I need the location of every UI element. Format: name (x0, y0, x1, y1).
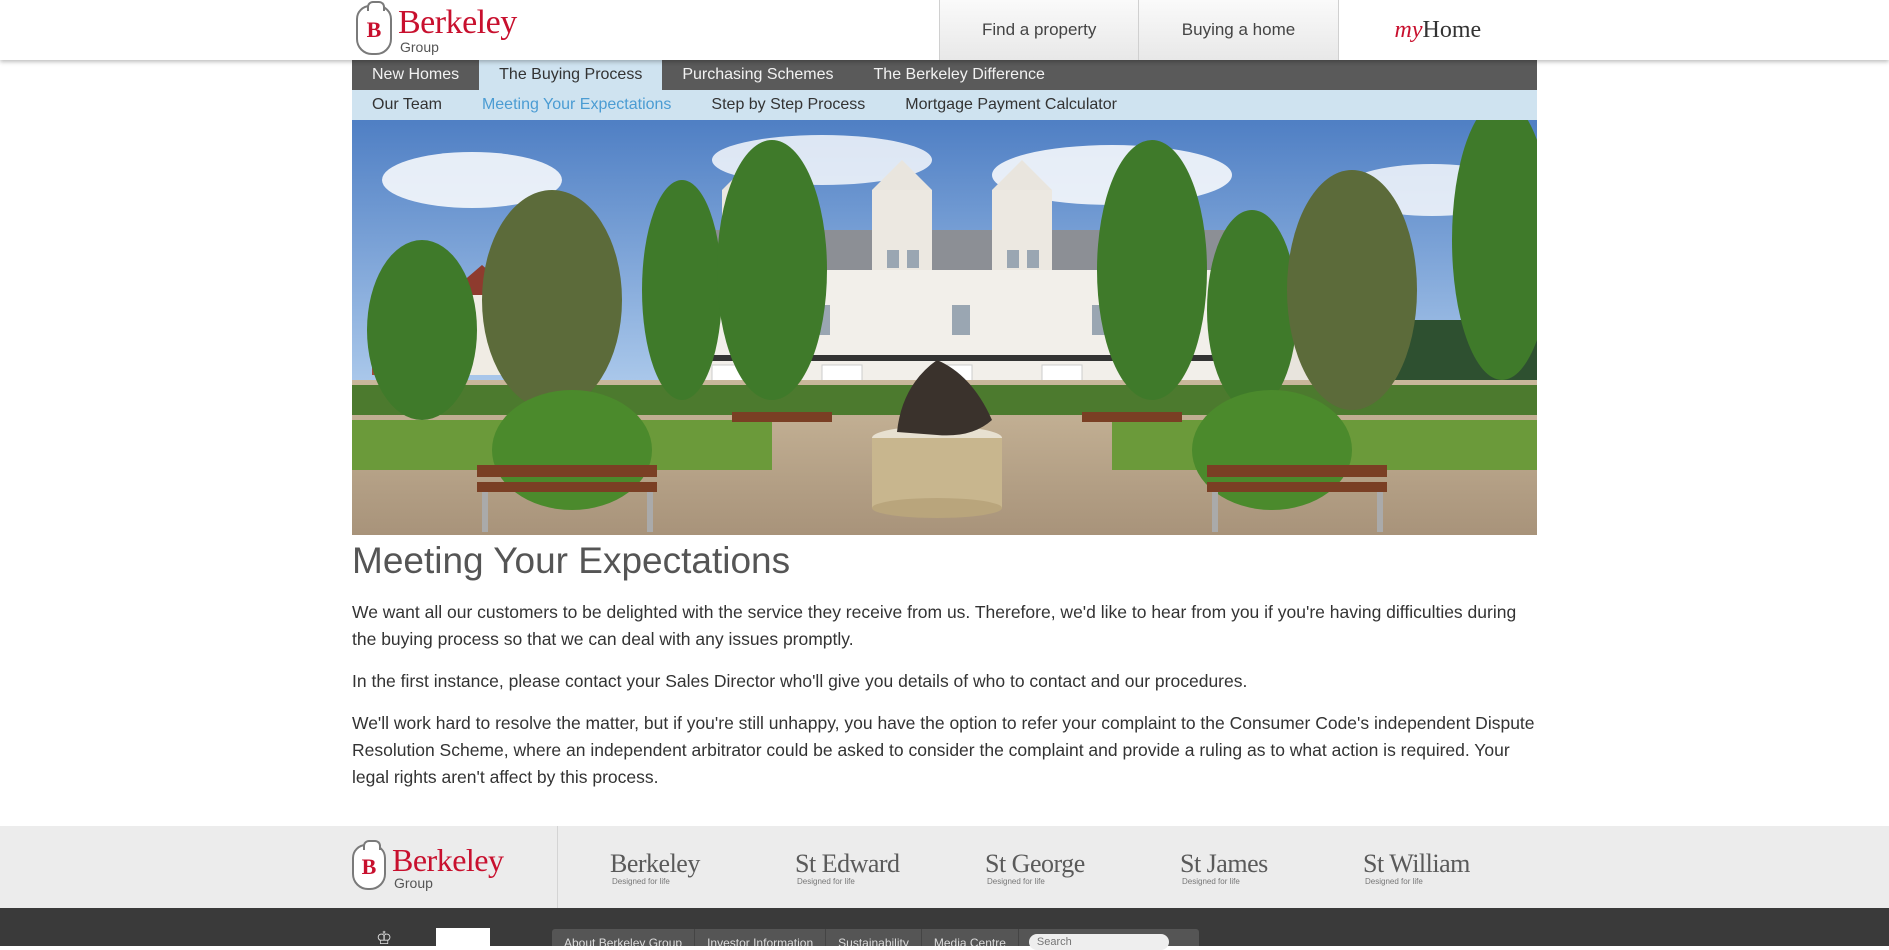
footer-badge (436, 928, 490, 946)
myhome-home-text: Home (1422, 16, 1482, 43)
site-header: B Berkeley Group Find a property Buying … (0, 0, 1889, 60)
page-title: Meeting Your Expectations (352, 540, 791, 581)
footer-links: About Berkeley Group Investor Informatio… (552, 929, 1199, 950)
nav-new-homes[interactable]: New Homes (352, 60, 479, 90)
content-paragraph: In the first instance, please contact yo… (352, 671, 1248, 691)
main-content: Meeting Your Expectations We want all ou… (352, 540, 1537, 806)
logo-name: Berkeley (392, 842, 504, 878)
footer-link-sustainability[interactable]: Sustainability (826, 929, 922, 946)
content-paragraph: We want all our customers to be delighte… (352, 602, 1517, 649)
secondary-nav: Our Team Meeting Your Expectations Step … (352, 90, 1537, 120)
berkeley-group-logo[interactable]: B Berkeley Group (356, 1, 517, 56)
nav-the-buying-process[interactable]: The Buying Process (479, 60, 663, 90)
nav-the-berkeley-difference[interactable]: The Berkeley Difference (854, 60, 1065, 90)
logo-subtitle: Group (394, 875, 433, 891)
crest-icon: B (352, 840, 386, 890)
content-paragraph: We'll work hard to resolve the matter, b… (352, 713, 1535, 787)
subnav-mortgage-payment-calculator[interactable]: Mortgage Payment Calculator (885, 90, 1137, 120)
brand-st-edward[interactable]: St Edward Designed for life (795, 851, 900, 887)
buying-a-home-link[interactable]: Buying a home (1138, 0, 1338, 60)
myhome-my-text: my (1394, 16, 1423, 43)
subnav-our-team[interactable]: Our Team (352, 90, 462, 120)
find-a-property-link[interactable]: Find a property (939, 0, 1139, 60)
nav-purchasing-schemes[interactable]: Purchasing Schemes (662, 60, 853, 90)
brand-berkeley[interactable]: Berkeley Designed for life (610, 851, 700, 887)
top-links: Find a property Buying a home my Home (939, 0, 1537, 60)
subnav-meeting-your-expectations[interactable]: Meeting Your Expectations (462, 90, 691, 120)
footer-link-about[interactable]: About Berkeley Group (552, 929, 696, 946)
myhome-link[interactable]: my Home (1337, 0, 1537, 60)
divider (557, 826, 558, 908)
site-footer: ♔ About Berkeley Group Investor Informat… (0, 908, 1889, 950)
brand-strip: B Berkeley Group Berkeley Designed for l… (0, 826, 1889, 908)
brand-st-george[interactable]: St George Designed for life (985, 851, 1085, 887)
footer-link-investor[interactable]: Investor Information (695, 929, 827, 946)
courtyard-photo-icon (352, 120, 1537, 535)
crest-icon: B (356, 1, 392, 55)
logo-name: Berkeley (398, 4, 517, 41)
search-input[interactable] (1028, 934, 1169, 950)
footer-search (1019, 929, 1199, 950)
logo-subtitle: Group (400, 39, 439, 55)
primary-nav: New Homes The Buying Process Purchasing … (352, 60, 1537, 90)
brand-st-james[interactable]: St James Designed for life (1180, 851, 1268, 887)
brand-st-william[interactable]: St William Designed for life (1363, 851, 1470, 887)
subnav-step-by-step-process[interactable]: Step by Step Process (691, 90, 885, 120)
footer-link-media[interactable]: Media Centre (922, 929, 1019, 946)
hero-image (352, 120, 1537, 535)
berkeley-group-footer-logo[interactable]: B Berkeley Group (352, 840, 504, 893)
